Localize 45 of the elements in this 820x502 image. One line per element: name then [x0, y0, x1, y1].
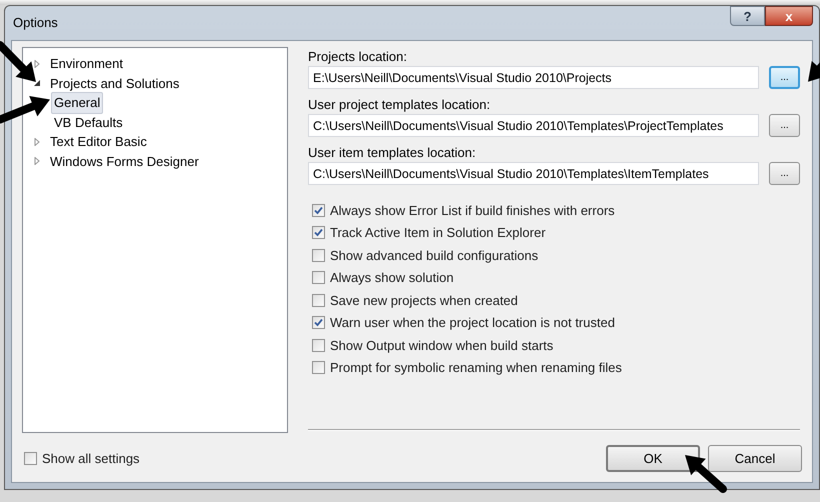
tree-item[interactable]: General	[51, 92, 104, 114]
collapsed-triangle-icon[interactable]	[33, 138, 41, 146]
browse-button[interactable]: ...	[769, 114, 800, 137]
checkmark-icon	[314, 206, 323, 215]
field-label: Projects location:	[308, 48, 408, 66]
path-field[interactable]: C:\Users\Neill\Documents\Visual Studio 2010\Templates\ProjectTemplates	[308, 114, 759, 137]
checkbox-label: Show all settings	[42, 450, 140, 468]
checkbox[interactable]	[312, 316, 325, 330]
checkbox-label: Show Output window when build starts	[330, 336, 554, 355]
dialog-button[interactable]: Cancel	[708, 445, 802, 472]
dialog-button[interactable]: OK	[606, 445, 700, 472]
browse-button[interactable]: ...	[769, 66, 800, 89]
collapsed-triangle-icon[interactable]	[33, 60, 41, 68]
help-button[interactable]: ?	[730, 6, 765, 26]
checkbox-label: Warn user when the project location is not trusted	[330, 314, 615, 332]
tree-item[interactable]: Projects and Solutions	[47, 72, 182, 94]
checkbox-label: Always show solution	[330, 269, 454, 287]
checkbox[interactable]	[312, 248, 325, 262]
window-title: Options	[13, 14, 58, 32]
tree-item[interactable]: Text Editor Basic	[47, 131, 150, 152]
checkbox-label: Always show Error List if build finishes with errors	[330, 202, 615, 220]
path-field[interactable]: C:\Users\Neill\Documents\Visual Studio 2010\Templates\ItemTemplates	[308, 162, 759, 185]
checkbox[interactable]	[312, 361, 325, 374]
close-button[interactable]: x	[765, 6, 813, 26]
collapsed-triangle-icon[interactable]	[33, 157, 41, 166]
checkbox[interactable]	[312, 226, 325, 240]
checkmark-icon	[314, 318, 323, 328]
field-label: User item templates location:	[308, 144, 477, 162]
path-field[interactable]: E:\Users\Neill\Documents\Visual Studio 2010\Projects	[308, 66, 759, 89]
tree-item[interactable]: VB Defaults	[51, 112, 126, 133]
checkmark-icon	[314, 228, 323, 238]
tree-item[interactable]: Windows Forms Designer	[47, 150, 202, 172]
checkbox[interactable]	[312, 338, 325, 352]
checkbox[interactable]	[312, 204, 325, 217]
tree-item[interactable]: Environment	[47, 53, 126, 74]
field-label: User project templates location:	[308, 96, 492, 114]
expanded-triangle-icon[interactable]	[33, 79, 41, 88]
browse-button[interactable]: ...	[769, 162, 800, 185]
checkbox-label: Track Active Item in Solution Explorer	[330, 224, 546, 242]
checkbox-label: Prompt for symbolic renaming when renaming files	[330, 359, 622, 377]
checkbox-label: Save new projects when created	[330, 292, 518, 310]
checkbox[interactable]	[312, 271, 325, 284]
checkbox-label: Show advanced build configurations	[330, 246, 538, 265]
checkbox[interactable]	[24, 452, 37, 465]
checkbox[interactable]	[312, 294, 325, 307]
